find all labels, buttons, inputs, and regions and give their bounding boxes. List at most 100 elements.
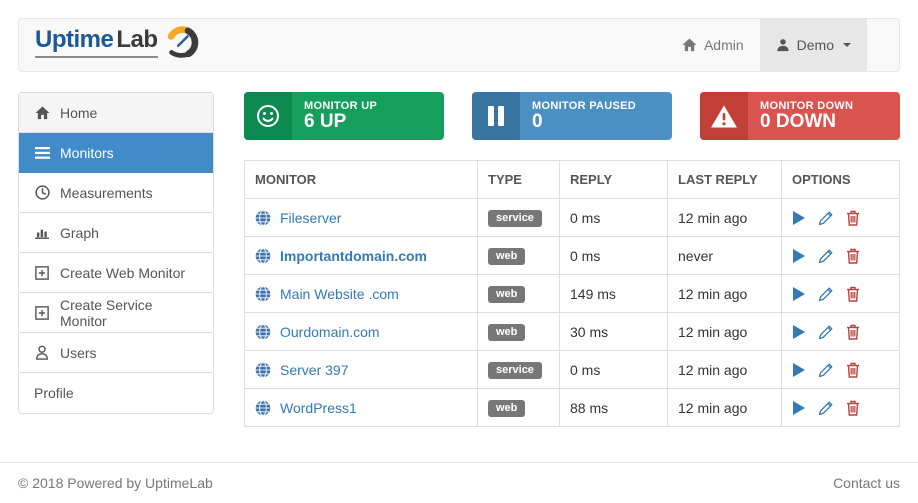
user-outline-icon xyxy=(34,345,50,361)
globe-icon xyxy=(255,210,271,226)
column-header-last-reply: LAST REPLY xyxy=(668,161,782,199)
nav-item-demo[interactable]: Demo xyxy=(760,19,867,71)
reply-value: 0 ms xyxy=(560,351,668,389)
monitor-link[interactable]: WordPress1 xyxy=(280,400,357,416)
monitor-link[interactable]: Ourdomain.com xyxy=(280,324,380,340)
edit-button[interactable] xyxy=(818,248,834,264)
sidebar-item-profile[interactable]: Profile xyxy=(19,373,213,413)
table-row: Main Website .com web 149 ms 12 min ago xyxy=(245,275,900,313)
bar-chart-icon xyxy=(34,225,50,241)
status-card-up[interactable]: MONITOR UP 6 UP xyxy=(244,92,444,140)
sidebar-item-monitors[interactable]: Monitors xyxy=(19,133,213,173)
reply-value: 0 ms xyxy=(560,237,668,275)
status-card-body: MONITOR DOWN 0 DOWN xyxy=(748,92,853,140)
monitor-link[interactable]: Fileserver xyxy=(280,210,341,226)
brand-text: UptimeLab xyxy=(35,27,158,58)
navbar-spacer xyxy=(867,19,899,71)
smiley-icon xyxy=(244,92,292,140)
sidebar-item-label: Measurements xyxy=(60,185,153,201)
status-cards: MONITOR UP 6 UP MONITOR PAUSED 0 xyxy=(244,92,900,140)
brand-word2: Lab xyxy=(116,26,157,53)
reply-value: 30 ms xyxy=(560,313,668,351)
table-row: Ourdomain.com web 30 ms 12 min ago xyxy=(245,313,900,351)
sidebar-item-create-service-monitor[interactable]: Create Service Monitor xyxy=(19,293,213,333)
contact-us-link[interactable]: Contact us xyxy=(833,475,900,491)
nav-item-admin[interactable]: Admin xyxy=(666,19,760,71)
type-badge: service xyxy=(488,362,542,379)
delete-button[interactable] xyxy=(846,324,860,340)
brand-word1: Uptime xyxy=(35,26,113,53)
table-row: Importantdomain.com web 0 ms never xyxy=(245,237,900,275)
play-button[interactable] xyxy=(792,400,806,416)
type-badge: web xyxy=(488,248,525,265)
monitor-link[interactable]: Server 397 xyxy=(280,362,348,378)
play-button[interactable] xyxy=(792,248,806,264)
page: UptimeLab Admin Demo xyxy=(0,0,918,503)
sidebar-item-label: Users xyxy=(60,345,97,361)
status-card-paused[interactable]: MONITOR PAUSED 0 xyxy=(472,92,672,140)
delete-button[interactable] xyxy=(846,362,860,378)
reply-value: 0 ms xyxy=(560,199,668,237)
list-icon xyxy=(34,145,50,161)
column-header-type: TYPE xyxy=(478,161,560,199)
nav-admin-label: Admin xyxy=(704,37,744,53)
globe-icon xyxy=(255,362,271,378)
edit-button[interactable] xyxy=(818,400,834,416)
sidebar-item-label: Monitors xyxy=(60,145,114,161)
globe-icon xyxy=(255,286,271,302)
table-row: WordPress1 web 88 ms 12 min ago xyxy=(245,389,900,427)
delete-button[interactable] xyxy=(846,210,860,226)
sidebar-item-measurements[interactable]: Measurements xyxy=(19,173,213,213)
footer: © 2018 Powered by UptimeLab Contact us xyxy=(0,462,918,503)
delete-button[interactable] xyxy=(846,248,860,264)
main: Home Monitors Measurements Graph Create … xyxy=(18,92,900,427)
type-badge: service xyxy=(488,210,542,227)
last-reply-value: 12 min ago xyxy=(668,351,782,389)
sidebar-item-create-web-monitor[interactable]: Create Web Monitor xyxy=(19,253,213,293)
delete-button[interactable] xyxy=(846,286,860,302)
play-button[interactable] xyxy=(792,210,806,226)
monitor-link[interactable]: Importantdomain.com xyxy=(280,248,427,264)
brand-logo[interactable]: UptimeLab xyxy=(19,27,200,64)
copyright-text: © 2018 Powered by UptimeLab xyxy=(18,475,213,491)
sidebar-item-users[interactable]: Users xyxy=(19,333,213,373)
status-card-body: MONITOR PAUSED 0 xyxy=(520,92,636,140)
nav-demo-label: Demo xyxy=(797,37,834,53)
type-badge: web xyxy=(488,286,525,303)
edit-button[interactable] xyxy=(818,362,834,378)
status-card-value: 6 UP xyxy=(304,112,377,133)
status-card-label: MONITOR UP xyxy=(304,100,377,112)
play-button[interactable] xyxy=(792,362,806,378)
monitor-link[interactable]: Main Website .com xyxy=(280,286,399,302)
last-reply-value: 12 min ago xyxy=(668,275,782,313)
play-button[interactable] xyxy=(792,286,806,302)
plus-square-icon xyxy=(34,305,50,321)
content: MONITOR UP 6 UP MONITOR PAUSED 0 xyxy=(244,92,900,427)
status-card-label: MONITOR PAUSED xyxy=(532,100,636,112)
last-reply-value: never xyxy=(668,237,782,275)
play-button[interactable] xyxy=(792,324,806,340)
sidebar-item-label: Home xyxy=(60,105,97,121)
delete-button[interactable] xyxy=(846,400,860,416)
status-card-value: 0 xyxy=(532,112,636,133)
gauge-icon xyxy=(162,25,200,64)
sidebar-item-home[interactable]: Home xyxy=(19,93,213,133)
edit-button[interactable] xyxy=(818,286,834,302)
table-row: Server 397 service 0 ms 12 min ago xyxy=(245,351,900,389)
last-reply-value: 12 min ago xyxy=(668,389,782,427)
clock-icon xyxy=(34,185,50,201)
navbar-right: Admin Demo xyxy=(666,19,899,71)
reply-value: 88 ms xyxy=(560,389,668,427)
chevron-down-icon xyxy=(843,43,851,47)
sidebar-item-graph[interactable]: Graph xyxy=(19,213,213,253)
user-icon xyxy=(776,38,790,52)
column-header-reply: REPLY xyxy=(560,161,668,199)
status-card-down[interactable]: MONITOR DOWN 0 DOWN xyxy=(700,92,900,140)
pause-icon xyxy=(472,92,520,140)
warning-icon xyxy=(700,92,748,140)
edit-button[interactable] xyxy=(818,324,834,340)
type-badge: web xyxy=(488,400,525,417)
sidebar-item-label: Create Web Monitor xyxy=(60,265,185,281)
globe-icon xyxy=(255,248,271,264)
edit-button[interactable] xyxy=(818,210,834,226)
